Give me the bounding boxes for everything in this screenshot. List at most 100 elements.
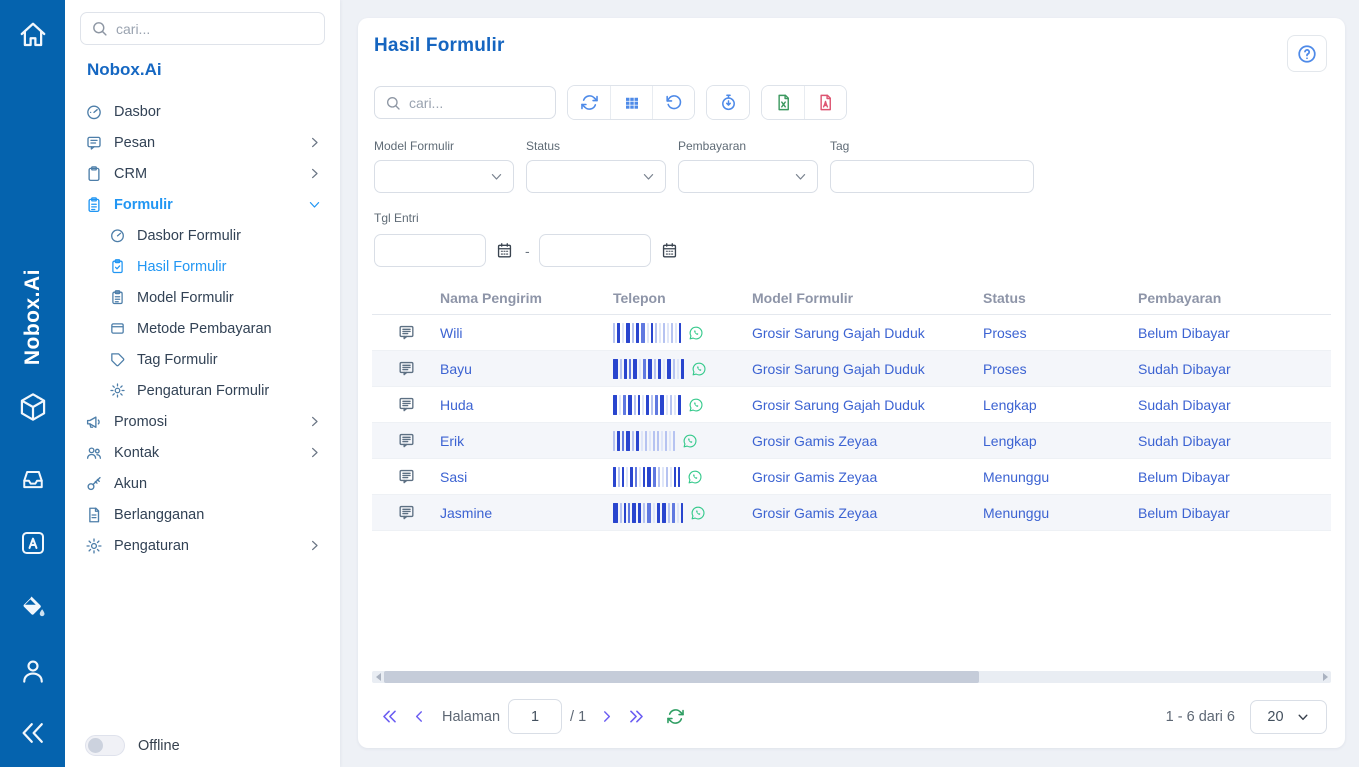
redacted-phone	[613, 467, 680, 487]
message-icon[interactable]	[372, 359, 440, 378]
home-icon[interactable]	[0, 20, 65, 50]
sidebar-item-hasil-formulir[interactable]: Hasil Formulir	[65, 251, 340, 282]
question-circle-icon	[1296, 43, 1318, 65]
user-icon[interactable]	[0, 656, 65, 686]
table-search-input[interactable]	[409, 95, 545, 111]
main-area: Hasil Formulir	[340, 0, 1359, 767]
status-value[interactable]: Proses	[983, 325, 1138, 341]
export-pdf-button[interactable]	[804, 86, 846, 119]
status-value[interactable]: Lengkap	[983, 433, 1138, 449]
cube-logo-icon[interactable]	[0, 388, 65, 426]
whatsapp-icon[interactable]	[688, 325, 704, 341]
horizontal-scrollbar[interactable]	[372, 671, 1331, 683]
calendar-icon[interactable]	[493, 241, 516, 260]
prev-page-icon[interactable]	[405, 708, 434, 725]
sidebar-item-crm[interactable]: CRM	[65, 158, 340, 189]
payment-value[interactable]: Belum Dibayar	[1138, 469, 1331, 485]
form-model[interactable]: Grosir Sarung Gajah Duduk	[752, 361, 983, 377]
clipboard-check-icon	[109, 258, 126, 275]
sidebar-search-input[interactable]	[116, 21, 314, 37]
sidebar-search[interactable]	[80, 12, 325, 45]
message-icon[interactable]	[372, 503, 440, 522]
scrollbar-thumb[interactable]	[384, 671, 979, 683]
sender-name[interactable]: Jasmine	[440, 505, 613, 521]
help-button[interactable]	[1287, 35, 1327, 72]
sender-name[interactable]: Sasi	[440, 469, 613, 485]
form-model[interactable]: Grosir Gamis Zeyaa	[752, 433, 983, 449]
sidebar-item-kontak[interactable]: Kontak	[65, 437, 340, 468]
sender-name[interactable]: Erik	[440, 433, 613, 449]
status-value[interactable]: Menunggu	[983, 469, 1138, 485]
scroll-right-arrow[interactable]	[1319, 671, 1331, 683]
chevron-down-icon	[793, 169, 808, 184]
translate-icon[interactable]	[0, 528, 65, 558]
whatsapp-icon[interactable]	[691, 361, 707, 377]
timer-button[interactable]	[707, 86, 749, 119]
sender-name[interactable]: Wili	[440, 325, 613, 341]
status-value[interactable]: Proses	[983, 361, 1138, 377]
reset-button[interactable]	[652, 86, 694, 119]
filter-model-select[interactable]	[374, 160, 514, 193]
inbox-icon[interactable]	[0, 465, 65, 493]
paint-icon[interactable]	[0, 592, 65, 622]
whatsapp-icon[interactable]	[682, 433, 698, 449]
whatsapp-icon[interactable]	[690, 505, 706, 521]
sidebar-item-pesan[interactable]: Pesan	[65, 127, 340, 158]
sender-name[interactable]: Bayu	[440, 361, 613, 377]
payment-value[interactable]: Sudah Dibayar	[1138, 433, 1331, 449]
last-page-icon[interactable]	[621, 707, 652, 726]
columns-button[interactable]	[610, 86, 652, 119]
refresh-icon[interactable]	[666, 707, 685, 726]
export-excel-button[interactable]	[762, 86, 804, 119]
payment-value[interactable]: Belum Dibayar	[1138, 505, 1331, 521]
filter-payment-select[interactable]	[678, 160, 818, 193]
filter-tag-input[interactable]	[830, 160, 1034, 193]
page-size-select[interactable]: 20	[1250, 700, 1327, 734]
sidebar-item-dasbor-formulir[interactable]: Dasbor Formulir	[65, 220, 340, 251]
message-icon[interactable]	[372, 395, 440, 414]
offline-toggle[interactable]	[85, 735, 125, 756]
sidebar-item-promosi[interactable]: Promosi	[65, 406, 340, 437]
sidebar-item-model-formulir[interactable]: Model Formulir	[65, 282, 340, 313]
chevron-down-icon	[1296, 710, 1310, 724]
message-icon[interactable]	[372, 467, 440, 486]
sidebar-item-formulir[interactable]: Formulir	[65, 189, 340, 220]
sidebar-item-pengaturan[interactable]: Pengaturan	[65, 530, 340, 561]
column-nama-pengirim: Nama Pengirim	[440, 290, 613, 306]
form-model[interactable]: Grosir Sarung Gajah Duduk	[752, 397, 983, 413]
status-value[interactable]: Lengkap	[983, 397, 1138, 413]
next-page-icon[interactable]	[592, 708, 621, 725]
date-from-input[interactable]	[374, 234, 486, 267]
sidebar-item-dasbor[interactable]: Dasbor	[65, 96, 340, 127]
form-model[interactable]: Grosir Gamis Zeyaa	[752, 469, 983, 485]
page-number-input[interactable]	[508, 699, 562, 734]
refresh-button[interactable]	[568, 86, 610, 119]
filter-model-label: Model Formulir	[374, 139, 514, 153]
payment-value[interactable]: Belum Dibayar	[1138, 325, 1331, 341]
key-icon	[85, 475, 103, 493]
payment-value[interactable]: Sudah Dibayar	[1138, 361, 1331, 377]
sidebar-item-tag-formulir[interactable]: Tag Formulir	[65, 344, 340, 375]
first-page-icon[interactable]	[374, 707, 405, 726]
sidebar-item-pengaturan-formulir[interactable]: Pengaturan Formulir	[65, 375, 340, 406]
whatsapp-icon[interactable]	[688, 397, 704, 413]
sender-name[interactable]: Huda	[440, 397, 613, 413]
sidebar-item-berlangganan[interactable]: Berlangganan	[65, 499, 340, 530]
date-to-input[interactable]	[539, 234, 651, 267]
filters-row: Model Formulir Status Pembayaran Tag	[372, 139, 1331, 193]
form-model[interactable]: Grosir Gamis Zeyaa	[752, 505, 983, 521]
status-value[interactable]: Menunggu	[983, 505, 1138, 521]
collapse-icon[interactable]	[0, 718, 65, 748]
calendar-icon[interactable]	[658, 241, 681, 260]
scroll-left-arrow[interactable]	[372, 671, 384, 683]
users-icon	[85, 444, 103, 462]
whatsapp-icon[interactable]	[687, 469, 703, 485]
sidebar-item-akun[interactable]: Akun	[65, 468, 340, 499]
sidebar-item-metode-pembayaran[interactable]: Metode Pembayaran	[65, 313, 340, 344]
filter-status-select[interactable]	[526, 160, 666, 193]
payment-value[interactable]: Sudah Dibayar	[1138, 397, 1331, 413]
form-model[interactable]: Grosir Sarung Gajah Duduk	[752, 325, 983, 341]
table-search[interactable]	[374, 86, 556, 119]
message-icon[interactable]	[372, 431, 440, 450]
message-icon[interactable]	[372, 323, 440, 342]
